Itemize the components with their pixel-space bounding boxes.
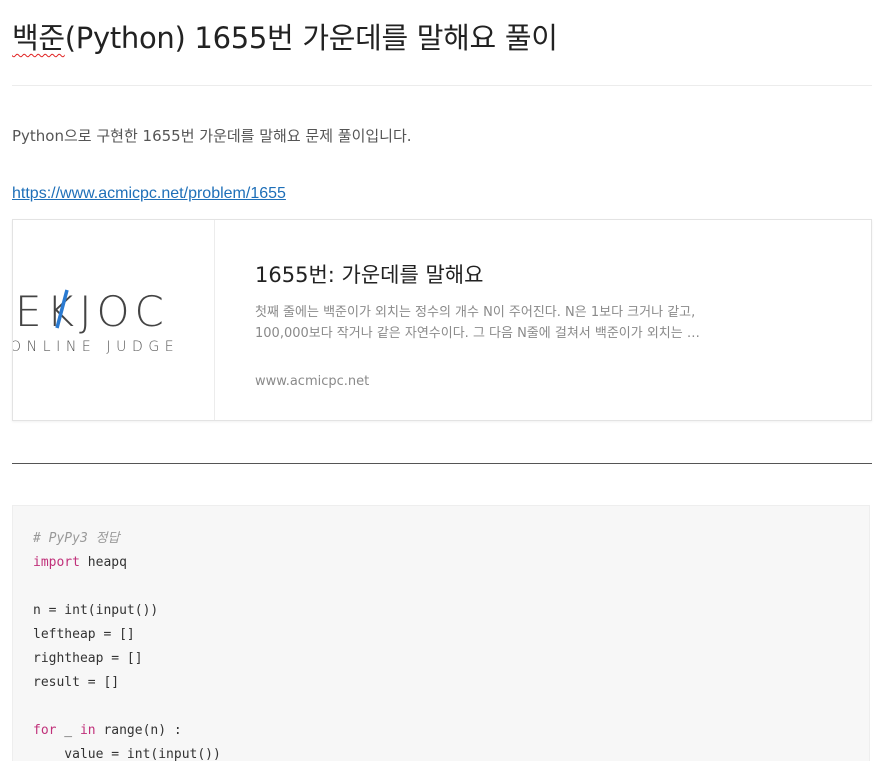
code-line-comment: # PyPy3 정답 [33,531,120,546]
logo-subtitle: ONLINE JUDGE [13,339,179,355]
code-line-import: import heapq [33,551,221,575]
card-title[interactable]: 1655번: 가운데를 말해요 [255,260,483,290]
horizontal-rule [12,463,872,464]
code-line-value: value = int(input()) [33,747,221,761]
keyword-for: for [33,723,57,738]
post-title-rest: (Python) 1655번 가운데를 말해요 풀이 [64,21,558,55]
code-line-leftheap: leftheap = [] [33,627,135,642]
logo-wordmark: EKJOC [15,287,169,336]
post-intro: Python으로 구현한 1655번 가운데를 말해요 문제 풀이입니다. [12,127,412,145]
blog-post-page: 백준(Python) 1655번 가운데를 말해요 풀이 Python으로 구현… [0,0,891,761]
baekjoon-logo: EKJOC ONLINE JUDGE [13,287,179,355]
card-description: 첫째 줄에는 백준이가 외치는 정수의 개수 N이 주어진다. N은 1보다 크… [255,305,700,341]
card-thumbnail[interactable]: EKJOC ONLINE JUDGE [13,220,215,420]
problem-link[interactable]: https://www.acmicpc.net/problem/1655 [12,183,286,205]
card-domain: www.acmicpc.net [255,374,370,389]
keyword-in: in [79,723,96,738]
for-range: range(n) : [95,723,182,738]
for-var: _ [56,723,80,738]
code-line-result: result = [] [33,675,120,690]
title-divider [12,85,872,86]
post-title-spellcheck-word: 백준 [12,21,65,55]
post-title: 백준(Python) 1655번 가운데를 말해요 풀이 [12,16,558,60]
code-content: # PyPy3 정답 import heapq n = int(input()) le… [33,527,221,761]
code-line-rightheap: rightheap = [] [33,651,143,666]
code-line-for: for _ in range(n) : [33,719,221,743]
code-line-n: n = int(input()) [33,603,159,618]
import-target: heapq [79,555,127,570]
code-block: # PyPy3 정답 import heapq n = int(input()) le… [12,505,870,761]
keyword-import: import [33,555,80,570]
link-preview-card[interactable]: EKJOC ONLINE JUDGE 1655번: 가운데를 말해요 첫째 줄에… [12,219,872,421]
